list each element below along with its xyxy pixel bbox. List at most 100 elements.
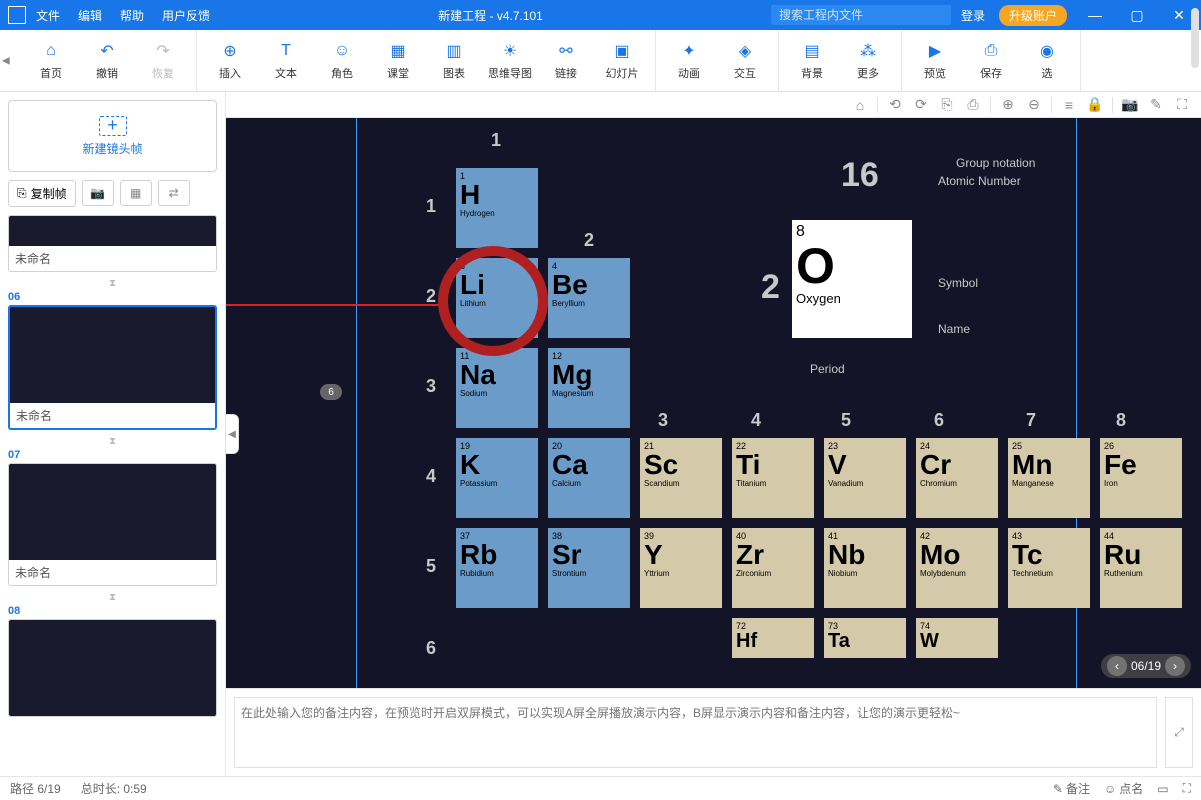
chart-icon: ▥ <box>444 41 464 61</box>
undo-icon: ↶ <box>97 41 117 61</box>
redo-button[interactable]: ↷恢复 <box>138 33 188 89</box>
insert-label: 插入 <box>219 65 241 81</box>
undo-button[interactable]: ↶撤销 <box>82 33 132 89</box>
more-label: 更多 <box>857 65 879 81</box>
rotate-right-icon[interactable]: ⟳ <box>912 96 930 114</box>
select-icon: ◉ <box>1037 41 1057 61</box>
insert-button[interactable]: ⊕插入 <box>205 33 255 89</box>
zoom-in-icon[interactable]: ⊕ <box>999 96 1017 114</box>
upgrade-button[interactable]: 升级账户 <box>999 5 1067 26</box>
more-button[interactable]: ⁂ 更多 <box>843 33 893 89</box>
minimize-icon[interactable]: — <box>1081 7 1109 23</box>
bg-icon: ▤ <box>802 41 822 61</box>
copy-view-icon[interactable]: ⎘ <box>938 96 956 114</box>
cell-K: 19KPotassium <box>456 438 538 518</box>
bg-button[interactable]: ▤背景 <box>787 33 837 89</box>
col-1: 1 <box>491 130 501 151</box>
status-present-icon[interactable]: ▭ <box>1157 782 1168 796</box>
thumb-05[interactable]: 未命名 <box>8 215 217 272</box>
search-input[interactable] <box>771 5 951 25</box>
note-icon: ✎ <box>1053 782 1063 796</box>
classroom-label: 课堂 <box>387 65 409 81</box>
cell-Mg: 12MgMagnesium <box>548 348 630 428</box>
collapse-panel-icon[interactable]: ◀ <box>225 414 239 454</box>
classroom-button[interactable]: ▦课堂 <box>373 33 423 89</box>
col-6: 6 <box>934 410 944 431</box>
guide-red <box>226 304 446 306</box>
cell-W: 74W <box>916 618 998 658</box>
rotate-left-icon[interactable]: ⟲ <box>886 96 904 114</box>
status-dianming-button[interactable]: ☺点名 <box>1104 780 1143 797</box>
slide-button[interactable]: ▣幻灯片 <box>597 33 647 89</box>
canvas[interactable]: 6 1 2 3 4 5 6 7 8 1 2 3 4 5 6 16 2 8 O O… <box>226 118 1201 688</box>
menu-help[interactable]: 帮助 <box>120 7 144 24</box>
close-icon[interactable]: ✕ <box>1165 7 1193 24</box>
thumb-06[interactable]: 06 未命名 <box>8 291 217 430</box>
menu-file[interactable]: 文件 <box>36 7 60 24</box>
snapshot-icon[interactable]: 📷 <box>1121 96 1139 114</box>
nav-next-icon[interactable]: › <box>1165 656 1185 676</box>
legend-name: Name <box>938 322 970 336</box>
anim-button[interactable]: ✦动画 <box>664 33 714 89</box>
more-icon: ⁂ <box>858 41 878 61</box>
lock-icon[interactable]: 🔒 <box>1086 96 1104 114</box>
transition-icon[interactable]: ⧗ <box>8 590 217 605</box>
transition-icon[interactable]: ⧗ <box>8 276 217 291</box>
nav-prev-icon[interactable]: ‹ <box>1107 656 1127 676</box>
row-2: 2 <box>426 286 436 307</box>
cell-Mo: 42MoMolybdenum <box>916 528 998 608</box>
role-icon: ☺ <box>332 41 352 61</box>
canvas-nav: ‹ 06/19 › <box>1101 654 1191 678</box>
text-button[interactable]: T文本 <box>261 33 311 89</box>
interact-button[interactable]: ◈交互 <box>720 33 770 89</box>
status-note-button[interactable]: ✎备注 <box>1053 780 1090 797</box>
home-icon: ⌂ <box>41 41 61 61</box>
menu-feedback[interactable]: 用户反馈 <box>162 7 210 24</box>
menu-edit[interactable]: 编辑 <box>78 7 102 24</box>
edit-icon[interactable]: ✎ <box>1147 96 1165 114</box>
link-button[interactable]: ⚯链接 <box>541 33 591 89</box>
camera-icon: 📷 <box>90 186 105 200</box>
home-view-icon[interactable]: ⌂ <box>851 96 869 114</box>
paste-view-icon[interactable]: ⎙ <box>964 96 982 114</box>
interact-icon: ◈ <box>735 41 755 61</box>
legend-16: 16 <box>841 156 879 195</box>
copy-icon: ⎘ <box>17 186 27 201</box>
canvas-area: ◀ ⌂ ⟲ ⟳ ⎘ ⎙ ⊕ ⊖ ≡ 🔒 📷 ✎ ⛶ 6 1 2 3 4 5 6 <box>226 92 1201 776</box>
mindmap-label: 思维导图 <box>488 65 532 81</box>
legend-atomic: Atomic Number <box>938 174 1021 188</box>
camera-button[interactable]: 📷 <box>82 180 114 206</box>
cell-Ru: 44RuRuthenium <box>1100 528 1182 608</box>
oxygen-name: Oxygen <box>796 291 908 306</box>
save-button[interactable]: ⎙保存 <box>966 33 1016 89</box>
notes-input[interactable] <box>234 697 1157 768</box>
thumb-07[interactable]: 07 未命名 <box>8 449 217 586</box>
status-fullscreen-icon[interactable]: ⛶ <box>1183 781 1191 796</box>
login-link[interactable]: 登录 <box>961 7 985 24</box>
fullscreen-icon[interactable]: ⛶ <box>1173 96 1191 114</box>
select-button[interactable]: ◉选 <box>1022 33 1072 89</box>
thumbnail-list: 未命名 ⧗ 06 未命名 ⧗ 07 未命名 ⧗ 08 <box>8 215 217 768</box>
copy-frame-button[interactable]: ⎘复制帧 <box>8 180 76 207</box>
cell-Fe: 26FeIron <box>1100 438 1182 518</box>
preview-button[interactable]: ▶预览 <box>910 33 960 89</box>
qr-button[interactable]: ▦ <box>120 180 152 206</box>
role-button[interactable]: ☺角色 <box>317 33 367 89</box>
window-title: 新建工程 - v4.7.101 <box>210 7 771 24</box>
chart-button[interactable]: ▥图表 <box>429 33 479 89</box>
thumb-08[interactable]: 08 <box>8 605 217 717</box>
new-frame-button[interactable]: + 新建镜头帧 <box>8 100 217 172</box>
sync-button[interactable]: ⇄ <box>158 180 190 206</box>
collapse-ribbon-icon[interactable]: ◀ <box>2 55 10 66</box>
mindmap-button[interactable]: ☀思维导图 <box>485 33 535 89</box>
thumb-label: 未命名 <box>10 403 215 428</box>
align-icon[interactable]: ≡ <box>1060 96 1078 114</box>
col-7: 7 <box>1026 410 1036 431</box>
home-button[interactable]: ⌂首页 <box>26 33 76 89</box>
zoom-out-icon[interactable]: ⊖ <box>1025 96 1043 114</box>
expand-notes-icon[interactable]: ⤢ <box>1165 697 1193 768</box>
thumb-number: 08 <box>8 605 217 617</box>
transition-icon[interactable]: ⧗ <box>8 434 217 449</box>
maximize-icon[interactable]: ▢ <box>1123 7 1151 24</box>
thumb-number: 06 <box>8 291 217 303</box>
